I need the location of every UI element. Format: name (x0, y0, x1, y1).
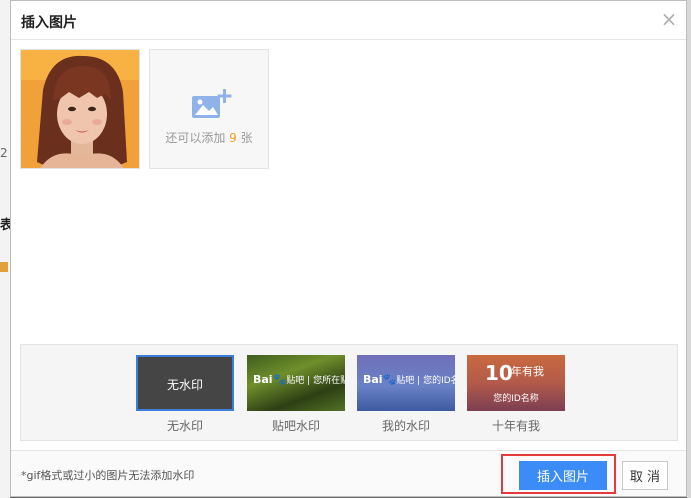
watermark-note: *gif格式或过小的图片无法添加水印 (21, 469, 195, 482)
ten-years-number: 10 (485, 361, 513, 385)
insert-image-button[interactable]: 插入图片 (519, 461, 607, 490)
uploaded-photo[interactable] (20, 49, 140, 169)
watermark-thumb-text: 您的ID名称 (423, 376, 455, 386)
background-page: 2 表 (0, 0, 13, 498)
insert-image-dialog: 插入图片 × 还可以添加 9 张 无水印 无水印 Bai🐾贴吧 | 您所在贴 贴… (10, 0, 687, 497)
watermark-thumb: 无水印 (136, 355, 234, 411)
watermark-option-tieba[interactable]: Bai🐾贴吧 | 您所在贴吧 贴吧水印 (247, 355, 345, 434)
watermark-label: 无水印 (166, 419, 203, 433)
photo-thumbnail (21, 50, 139, 168)
watermark-overlay: Bai🐾贴吧 | 您的ID名称 (363, 373, 455, 386)
cancel-button[interactable]: 取 消 (622, 461, 668, 490)
remaining-count-text: 还可以添加 9 张 (150, 129, 268, 146)
remaining-suffix: 张 (240, 131, 253, 145)
background-icon (0, 262, 8, 272)
background-text: 2 (0, 146, 8, 160)
watermark-option-none[interactable]: 无水印 无水印 (136, 355, 234, 434)
watermark-option-mine[interactable]: Bai🐾贴吧 | 您的ID名称 我的水印 (357, 355, 455, 434)
baidu-logo-text: Bai (363, 373, 383, 386)
watermark-thumb: Bai🐾贴吧 | 您的ID名称 (357, 355, 455, 411)
watermark-label: 我的水印 (381, 419, 430, 433)
ten-years-text: 年有我 (511, 365, 544, 378)
watermark-thumb-text: 无水印 (166, 378, 203, 392)
watermark-thumb-text: 您的ID名称 (493, 394, 539, 404)
baidu-logo-text: Bai (253, 373, 273, 386)
watermark-overlay: Bai🐾贴吧 | 您所在贴吧 (253, 373, 345, 386)
add-image-icon (192, 89, 232, 118)
remaining-count: 9 (229, 131, 237, 145)
watermark-thumb: Bai🐾贴吧 | 您所在贴吧 (247, 355, 345, 411)
watermark-thumb: 10 年有我 您的ID名称 (467, 355, 565, 411)
dialog-title: 插入图片 (21, 15, 77, 31)
close-icon[interactable]: × (660, 9, 678, 29)
watermark-label: 贴吧水印 (271, 419, 320, 433)
dialog-footer: *gif格式或过小的图片无法添加水印 插入图片 取 消 (11, 450, 686, 496)
tieba-logo-text: 贴吧 (396, 376, 415, 386)
dialog-titlebar: 插入图片 × (11, 1, 686, 40)
tieba-logo-text: 贴吧 (286, 376, 305, 386)
watermark-option-ten-years[interactable]: 10 年有我 您的ID名称 十年有我 (467, 355, 565, 434)
watermark-thumb-text: 您所在贴吧 (313, 376, 345, 386)
add-image-button[interactable]: 还可以添加 9 张 (149, 49, 269, 169)
watermark-label: 十年有我 (491, 419, 540, 433)
remaining-prefix: 还可以添加 (165, 131, 226, 145)
watermark-panel: 无水印 无水印 Bai🐾贴吧 | 您所在贴吧 贴吧水印 Bai🐾贴吧 | 您的I… (20, 344, 678, 441)
background-scrollbar (687, 0, 691, 498)
